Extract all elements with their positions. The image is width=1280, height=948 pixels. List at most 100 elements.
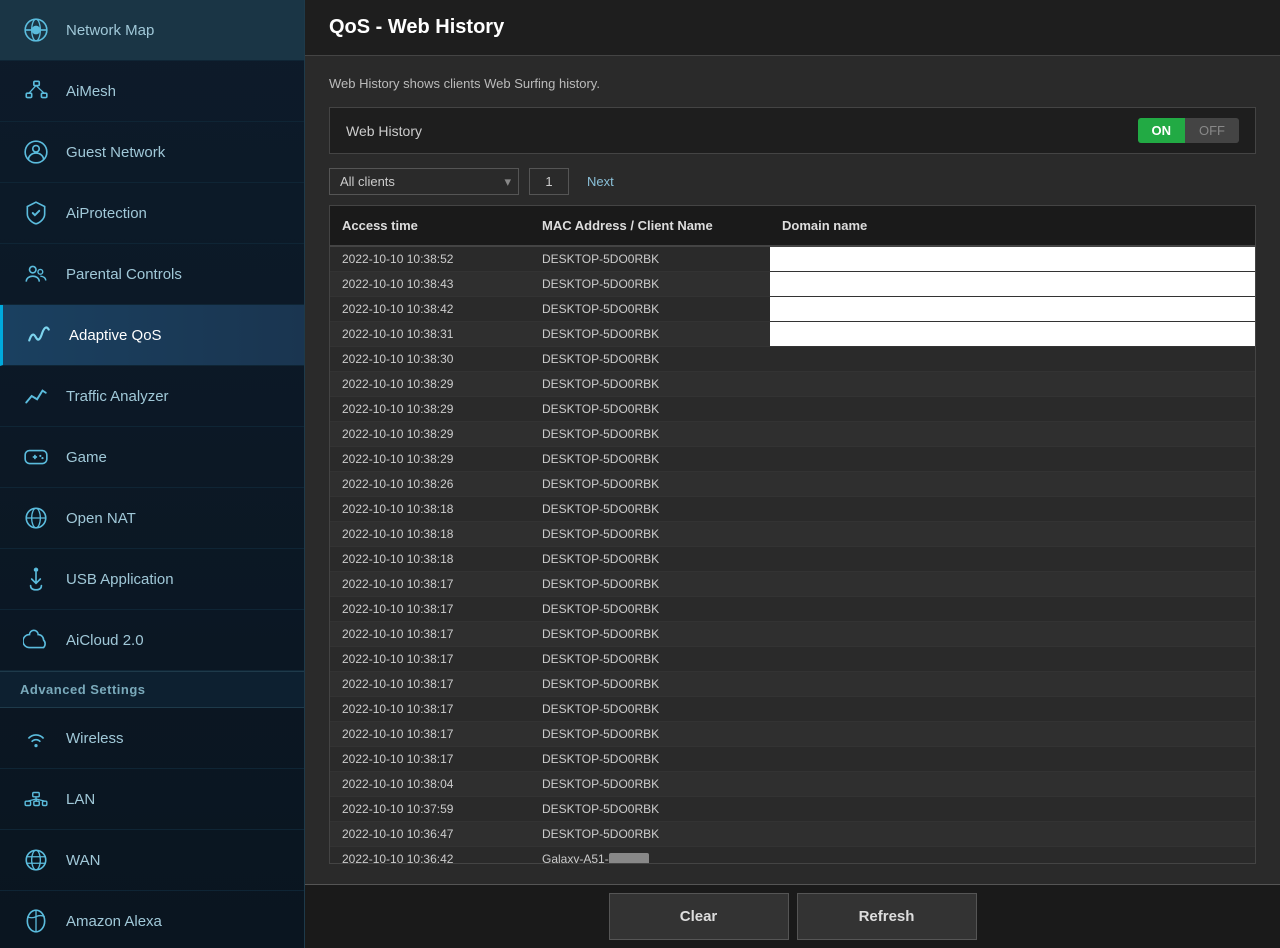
guest-network-icon xyxy=(20,136,52,168)
sidebar-item-aicloud[interactable]: AiCloud 2.0 xyxy=(0,610,304,671)
aiprotection-icon xyxy=(20,197,52,229)
cell-time: 2022-10-10 10:38:43 xyxy=(330,272,530,296)
cell-domain xyxy=(770,497,1255,521)
sidebar-item-parental-controls[interactable]: Parental Controls xyxy=(0,244,304,305)
cell-client: DESKTOP-5DO0RBK xyxy=(530,547,770,571)
cell-domain xyxy=(770,647,1255,671)
sidebar-item-adaptive-qos[interactable]: Adaptive QoS xyxy=(0,305,304,366)
aicloud-icon xyxy=(20,624,52,656)
cell-time: 2022-10-10 10:38:17 xyxy=(330,647,530,671)
sidebar-label-game: Game xyxy=(66,449,107,466)
sidebar-item-amazon-alexa[interactable]: Amazon Alexa xyxy=(0,891,304,948)
sidebar-item-aimesh[interactable]: AiMesh xyxy=(0,61,304,122)
table-row: 2022-10-10 10:38:18DESKTOP-5DO0RBK xyxy=(330,497,1255,522)
cell-domain xyxy=(770,572,1255,596)
sidebar-label-open-nat: Open NAT xyxy=(66,510,136,527)
sidebar-item-lan[interactable]: LAN xyxy=(0,769,304,830)
cell-client: DESKTOP-5DO0RBK xyxy=(530,297,770,321)
cell-client: DESKTOP-5DO0RBK xyxy=(530,797,770,821)
cell-time: 2022-10-10 10:38:18 xyxy=(330,547,530,571)
cell-client: DESKTOP-5DO0RBK xyxy=(530,372,770,396)
table-row: 2022-10-10 10:38:31DESKTOP-5DO0RBK xyxy=(330,322,1255,347)
sidebar-item-open-nat[interactable]: Open NAT xyxy=(0,488,304,549)
page-number-input[interactable] xyxy=(529,168,569,195)
content-area: Web History shows clients Web Surfing hi… xyxy=(305,56,1280,884)
sidebar-label-wireless: Wireless xyxy=(66,730,124,747)
cell-domain xyxy=(770,397,1255,421)
sidebar-item-guest-network[interactable]: Guest Network xyxy=(0,122,304,183)
sidebar-item-aiprotection[interactable]: AiProtection xyxy=(0,183,304,244)
cell-time: 2022-10-10 10:36:47 xyxy=(330,822,530,846)
cell-domain xyxy=(770,747,1255,771)
cell-time: 2022-10-10 10:38:17 xyxy=(330,722,530,746)
aimesh-icon xyxy=(20,75,52,107)
col-domain: Domain name xyxy=(770,214,1255,237)
sidebar-label-usb-application: USB Application xyxy=(66,571,174,588)
sidebar-label-aicloud: AiCloud 2.0 xyxy=(66,632,144,649)
open-nat-icon xyxy=(20,502,52,534)
toggle-on-label: ON xyxy=(1138,118,1186,143)
sidebar: Network Map AiMesh Guest Network AiProte… xyxy=(0,0,305,948)
table-row: 2022-10-10 10:38:42DESKTOP-5DO0RBK xyxy=(330,297,1255,322)
cell-domain xyxy=(770,472,1255,496)
sidebar-label-parental-controls: Parental Controls xyxy=(66,266,182,283)
sidebar-item-wireless[interactable]: Wireless xyxy=(0,708,304,769)
cell-client: DESKTOP-5DO0RBK xyxy=(530,272,770,296)
cell-domain xyxy=(770,347,1255,371)
cell-domain xyxy=(770,697,1255,721)
lan-icon xyxy=(20,783,52,815)
cell-client: DESKTOP-5DO0RBK xyxy=(530,347,770,371)
table-row: 2022-10-10 10:38:30DESKTOP-5DO0RBK xyxy=(330,347,1255,372)
toggle-switch[interactable]: ON OFF xyxy=(1138,118,1240,143)
sidebar-label-aiprotection: AiProtection xyxy=(66,205,147,222)
parental-controls-icon xyxy=(20,258,52,290)
cell-client: DESKTOP-5DO0RBK xyxy=(530,497,770,521)
cell-time: 2022-10-10 10:37:59 xyxy=(330,797,530,821)
cell-time: 2022-10-10 10:38:04 xyxy=(330,772,530,796)
advanced-settings-header: Advanced Settings xyxy=(0,671,304,708)
refresh-button[interactable]: Refresh xyxy=(797,893,977,940)
col-access-time: Access time xyxy=(330,214,530,237)
cell-time: 2022-10-10 10:38:17 xyxy=(330,622,530,646)
web-history-toggle-row: Web History ON OFF xyxy=(329,107,1256,154)
next-button[interactable]: Next xyxy=(579,169,622,194)
table-row: 2022-10-10 10:37:59DESKTOP-5DO0RBK xyxy=(330,797,1255,822)
client-filter-select[interactable]: All clients xyxy=(329,168,519,195)
cell-domain xyxy=(770,622,1255,646)
cell-client: DESKTOP-5DO0RBK xyxy=(530,422,770,446)
table-row: 2022-10-10 10:36:47DESKTOP-5DO0RBK xyxy=(330,822,1255,847)
cell-time: 2022-10-10 10:38:18 xyxy=(330,497,530,521)
cell-time: 2022-10-10 10:38:26 xyxy=(330,472,530,496)
sidebar-label-adaptive-qos: Adaptive QoS xyxy=(69,327,162,344)
sidebar-item-game[interactable]: Game xyxy=(0,427,304,488)
sidebar-item-wan[interactable]: WAN xyxy=(0,830,304,891)
main-content: QoS - Web History Web History shows clie… xyxy=(305,0,1280,948)
client-select-wrapper[interactable]: All clients xyxy=(329,168,519,195)
cell-client: DESKTOP-5DO0RBK xyxy=(530,697,770,721)
sidebar-label-aimesh: AiMesh xyxy=(66,83,116,100)
sidebar-item-usb-application[interactable]: USB Application xyxy=(0,549,304,610)
sidebar-item-traffic-analyzer[interactable]: Traffic Analyzer xyxy=(0,366,304,427)
sidebar-label-network-map: Network Map xyxy=(66,22,154,39)
sidebar-label-traffic-analyzer: Traffic Analyzer xyxy=(66,388,169,405)
cell-domain xyxy=(770,672,1255,696)
cell-domain xyxy=(770,597,1255,621)
sidebar-item-network-map[interactable]: Network Map xyxy=(0,0,304,61)
cell-domain xyxy=(770,422,1255,446)
table-row: 2022-10-10 10:38:17DESKTOP-5DO0RBK xyxy=(330,747,1255,772)
clear-button[interactable]: Clear xyxy=(609,893,789,940)
cell-client: DESKTOP-5DO0RBK xyxy=(530,597,770,621)
table-row: 2022-10-10 10:38:43DESKTOP-5DO0RBK xyxy=(330,272,1255,297)
table-row: 2022-10-10 10:38:18DESKTOP-5DO0RBK xyxy=(330,522,1255,547)
cell-time: 2022-10-10 10:36:42 xyxy=(330,847,530,863)
table-row: 2022-10-10 10:38:52DESKTOP-5DO0RBK xyxy=(330,247,1255,272)
cell-time: 2022-10-10 10:38:17 xyxy=(330,672,530,696)
table-row: 2022-10-10 10:38:04DESKTOP-5DO0RBK xyxy=(330,772,1255,797)
cell-time: 2022-10-10 10:38:17 xyxy=(330,747,530,771)
toggle-label: Web History xyxy=(346,123,1138,139)
adaptive-qos-icon xyxy=(23,319,55,351)
table-row: 2022-10-10 10:38:17DESKTOP-5DO0RBK xyxy=(330,647,1255,672)
cell-domain xyxy=(770,847,1255,863)
table-row: 2022-10-10 10:38:29DESKTOP-5DO0RBK xyxy=(330,422,1255,447)
cell-client: DESKTOP-5DO0RBK xyxy=(530,397,770,421)
